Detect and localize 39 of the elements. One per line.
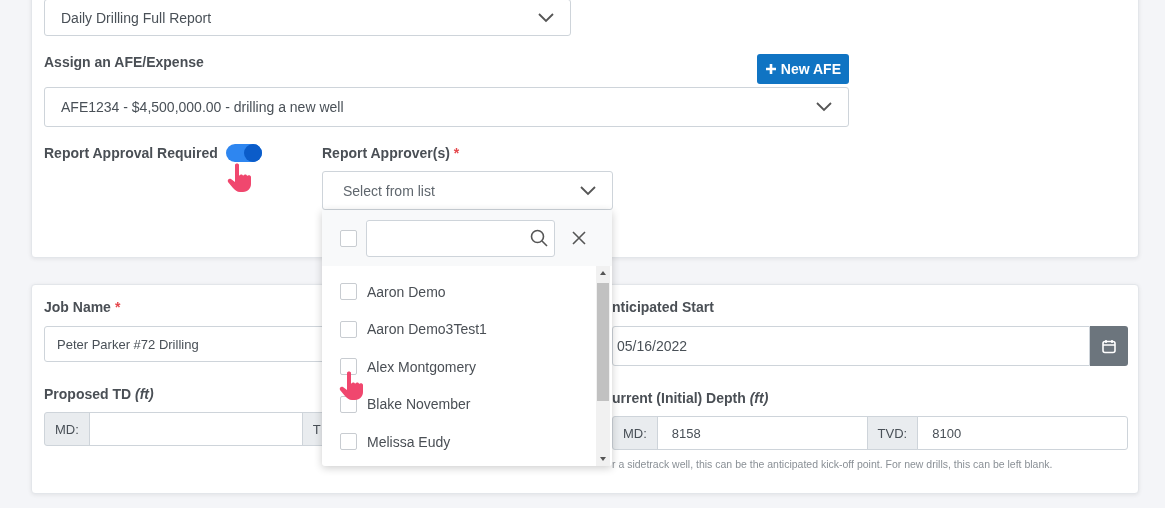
approval-toggle[interactable] xyxy=(226,144,262,162)
current-depth-label: urrent (Initial) Depth (ft) xyxy=(612,390,770,406)
search-field[interactable] xyxy=(366,219,555,257)
close-icon[interactable] xyxy=(572,231,586,245)
chevron-down-icon xyxy=(816,102,832,112)
hint-text: r a sidetrack well, this can be the anticipated kick-off point. For new drills, this can be left blank. xyxy=(612,458,1054,470)
anticipated-start-label: nticipated Start xyxy=(612,299,715,315)
scrollbar[interactable] xyxy=(596,266,610,466)
option-checkbox[interactable] xyxy=(340,283,357,301)
required-mark: * xyxy=(453,145,460,161)
md-field[interactable]: 8158 xyxy=(656,416,868,450)
afe-label: Assign an AFE/Expense xyxy=(44,54,204,70)
option-checkbox[interactable] xyxy=(340,320,357,338)
approvers-select[interactable]: Select from list xyxy=(322,171,613,210)
approval-label: Report Approval Required xyxy=(44,145,219,161)
afe-select[interactable]: AFE1234 - $4,500,000.00 - drilling a new well xyxy=(44,87,849,127)
new-afe-button[interactable]: New AFE xyxy=(756,54,849,84)
job-name-label: Job Name xyxy=(44,299,111,315)
option-label[interactable]: Aaron Demo xyxy=(367,283,446,300)
date-field[interactable]: 05/16/2022 xyxy=(612,326,1090,366)
md-addon: MD: xyxy=(44,412,90,446)
calendar-icon xyxy=(1102,338,1116,354)
select-all-checkbox[interactable] xyxy=(340,229,357,247)
option-checkbox[interactable] xyxy=(340,433,357,451)
chevron-down-icon xyxy=(538,12,554,23)
md-addon: MD: xyxy=(612,416,658,450)
plus-icon xyxy=(764,63,777,75)
chevron-down-icon xyxy=(580,185,596,196)
tvd-field[interactable]: 8100 xyxy=(917,416,1128,450)
search-icon xyxy=(530,229,548,247)
option-label[interactable]: Melissa Eudy xyxy=(367,433,451,450)
tvd-addon: TVD: xyxy=(866,416,919,450)
calendar-button[interactable] xyxy=(1090,326,1128,366)
report-type-select[interactable]: Daily Drilling Full Report xyxy=(44,0,571,36)
proposed-td-label: Proposed TD (ft) xyxy=(44,386,155,402)
required-mark: * xyxy=(114,299,121,315)
md-field[interactable] xyxy=(88,412,303,446)
approvers-label: Report Approver(s) xyxy=(322,145,450,161)
option-label[interactable]: Blake November xyxy=(367,396,471,413)
